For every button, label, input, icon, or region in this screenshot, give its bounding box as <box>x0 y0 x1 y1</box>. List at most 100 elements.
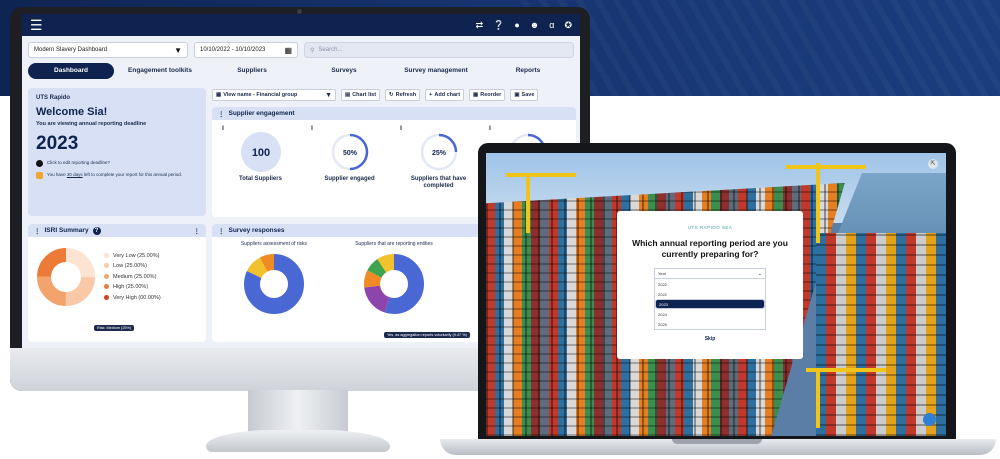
crane-arm-image <box>806 368 886 372</box>
welcome-column: UTS Rapido Welcome Sia! You are viewing … <box>28 88 206 216</box>
legend-swatch <box>104 294 109 300</box>
chevron-down-icon: ▼ <box>325 91 332 99</box>
legend-item: Low (25.00%) <box>104 261 161 271</box>
kpi-label: Suppliers that have completed <box>410 176 467 189</box>
plus-icon: + <box>429 92 433 98</box>
date-range-field[interactable]: 10/10/2022 - 10/10/2023 ▦ <box>194 42 298 58</box>
add-chart-label: Add chart <box>434 92 461 98</box>
supplier-engagement-title: Supplier engagement <box>228 110 295 117</box>
drag-handle-icon[interactable]: ⋮ <box>34 227 41 235</box>
drag-handle-icon[interactable]: ⋮ <box>218 227 225 235</box>
tab-engagement-toolkits[interactable]: Engagement toolkits <box>114 63 206 79</box>
kpi-ring: 100 <box>240 132 281 172</box>
kpi-card[interactable]: ‖ 25% Suppliers that have completed <box>400 126 478 190</box>
legend-swatch <box>104 263 109 269</box>
monitor-stand-base <box>206 430 390 452</box>
list-icon: ▤ <box>345 92 351 98</box>
tab-dashboard[interactable]: Dashboard <box>28 63 114 79</box>
hamburger-icon[interactable]: ☰ <box>30 18 43 32</box>
help-icon[interactable]: ❔ <box>493 20 504 31</box>
refresh-icon: ↻ <box>389 92 394 98</box>
compass-icon[interactable]: ✪ <box>564 20 572 31</box>
drag-handle-icon[interactable]: ⋮ <box>218 110 225 118</box>
kpi-value: 100 <box>251 147 269 159</box>
skip-button[interactable]: Skip <box>617 336 803 342</box>
isri-donut-chart[interactable] <box>34 245 98 309</box>
year-option[interactable]: 2022 <box>655 279 765 289</box>
welcome-title: Welcome Sia! <box>36 106 108 118</box>
year-dropdown[interactable]: Year ⌄ 2022 2022 2023 2024 2025 <box>654 268 766 331</box>
expand-icon[interactable]: ⇱ <box>928 159 938 169</box>
kpi-card[interactable]: ‖ 50% Supplier engaged <box>311 126 389 190</box>
reorder-button[interactable]: ▦ Reorder <box>469 89 506 101</box>
crane-image <box>816 163 820 243</box>
legend-swatch <box>104 273 109 279</box>
dashboard-select[interactable]: Modern Slavery Dashboard ▼ <box>28 42 188 58</box>
chart-list-button[interactable]: ▤ Chart list <box>341 89 381 101</box>
reporting-year: 2023 <box>36 133 79 154</box>
laptop-notch <box>672 439 762 444</box>
tab-suppliers[interactable]: Suppliers <box>206 63 298 79</box>
survey-responses-title: Survey responses <box>228 227 285 234</box>
supplier-engagement-header: ⋮ Supplier engagement <box>212 107 576 120</box>
search-input[interactable]: ⚲ Search... <box>304 42 574 58</box>
legend-label: Medium (25.00%) <box>113 273 157 280</box>
modal-org: UTS RAPIDO SEA <box>687 225 733 230</box>
refresh-label: Refresh <box>395 92 417 98</box>
survey-tooltip: Yes, as aggregation reports voluntarily … <box>384 332 470 338</box>
year-option[interactable]: 2024 <box>655 309 765 319</box>
warning-icon <box>36 172 43 179</box>
isri-tooltip: Risk: Medium (25%) <box>94 325 135 331</box>
chart-list-label: Chart list <box>352 92 377 98</box>
kpi-value: 25% <box>431 150 446 157</box>
search-placeholder: Search... <box>318 47 343 53</box>
chevron-down-icon: ▼ <box>174 45 182 55</box>
legend-label: Very High (00.00%) <box>113 294 161 301</box>
tab-surveys[interactable]: Surveys <box>298 63 390 79</box>
warning-prefix: You have <box>47 172 66 177</box>
view-name-select[interactable]: ▦ View name - Financial group ▼ <box>212 89 336 101</box>
help-icon[interactable]: ? <box>92 226 101 235</box>
translate-icon[interactable]: α <box>549 20 554 31</box>
kpi-ring: 50% <box>331 133 368 171</box>
isri-header: ⋮ ISRI Summary ? ⋮ <box>28 224 206 237</box>
year-option[interactable]: 2022 <box>655 289 765 299</box>
survey-chart-title: Suppliers assessment of risks <box>240 241 308 247</box>
edit-icon <box>36 160 43 167</box>
survey-donut-chart[interactable] <box>241 251 307 317</box>
user-icon[interactable]: ☻ <box>530 20 539 31</box>
kpi-ring: 25% <box>420 133 457 171</box>
org-name: UTS Rapido <box>36 95 70 101</box>
tab-survey-management[interactable]: Survey management <box>390 63 482 79</box>
reorder-icon: ▦ <box>473 92 479 98</box>
edit-deadline-link[interactable]: Click to edit reporting deadline? <box>36 160 198 167</box>
add-chart-button[interactable]: + Add chart <box>425 89 465 101</box>
crane-arm-image <box>786 165 866 169</box>
year-dropdown-head[interactable]: Year ⌄ <box>655 269 765 280</box>
reporting-period-modal: UTS RAPIDO SEA Which annual reporting pe… <box>617 211 803 359</box>
marketing-hero: ☰ ⇄ ❔ ● ☻ α ✪ Modern Slavery Dashboard ▼… <box>0 0 1000 459</box>
survey-chart-title: Suppliers that are reporting entities <box>355 241 433 247</box>
welcome-subtitle: You are viewing annual reporting deadlin… <box>36 121 147 127</box>
swap-icon[interactable]: ⇄ <box>476 20 484 31</box>
save-button[interactable]: ▣ Save <box>510 89 539 101</box>
year-option[interactable]: 2023 <box>655 299 765 310</box>
legend-label: Very Low (25.00%) <box>113 252 160 259</box>
legend-item: Very High (00.00%) <box>104 293 161 303</box>
more-icon[interactable]: ⋮ <box>194 227 201 235</box>
bell-icon[interactable]: ● <box>514 20 519 31</box>
warning-suffix: left to complete your report for this an… <box>83 172 182 177</box>
chat-icon[interactable] <box>923 413 936 426</box>
app-topbar: ☰ ⇄ ❔ ● ☻ α ✪ <box>22 14 580 36</box>
laptop-screen: ⇱ UTS RAPIDO SEA Which annual reporting … <box>486 153 946 436</box>
refresh-button[interactable]: ↻ Refresh <box>385 89 421 101</box>
survey-donut-chart[interactable] <box>361 251 427 317</box>
year-option[interactable]: 2025 <box>655 319 765 329</box>
legend-item: High (25.00%) <box>104 282 161 292</box>
legend-swatch <box>104 284 109 290</box>
kpi-card[interactable]: ‖ 100 Total Suppliers <box>222 126 300 190</box>
tab-reports[interactable]: Reports <box>482 63 574 79</box>
kpi-value: 50% <box>342 150 357 157</box>
warning-days[interactable]: 30 days <box>67 172 83 177</box>
isri-summary-panel: ⋮ ISRI Summary ? ⋮ Very Low (25.00%) Low … <box>28 224 206 342</box>
